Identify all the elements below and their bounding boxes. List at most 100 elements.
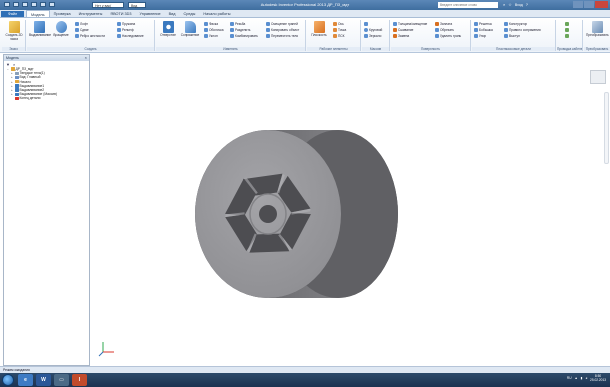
stitch-button[interactable]: Сшивание: [393, 28, 413, 32]
derive-button[interactable]: Наследование: [117, 34, 144, 38]
shell-button[interactable]: Оболочка: [204, 28, 224, 32]
sweep-button[interactable]: Сдвиг: [75, 28, 89, 32]
harness-button-3[interactable]: [565, 34, 569, 38]
new-icon[interactable]: [4, 2, 10, 7]
help-icon[interactable]: ?: [526, 2, 528, 7]
browser-title[interactable]: Модель: [6, 56, 19, 60]
maximize-button[interactable]: [584, 1, 594, 8]
explorer-icon[interactable]: ▭: [54, 374, 69, 386]
harness-button-1[interactable]: [565, 22, 569, 26]
undo-icon[interactable]: [31, 2, 37, 7]
chamfer-icon: [204, 22, 208, 26]
file-menu-button[interactable]: Файл: [1, 11, 24, 17]
fillet-icon: [184, 21, 196, 33]
network-icon[interactable]: ▮: [581, 376, 583, 380]
search-input[interactable]: Введите ключевое слово: [438, 2, 498, 8]
snap-fit-button[interactable]: Конструктор: [504, 22, 527, 26]
tray-arrow-icon[interactable]: ▲: [575, 376, 578, 380]
inventor-icon[interactable]: I: [72, 374, 87, 386]
filter-icon[interactable]: ▼: [6, 62, 10, 67]
harness-icon: [565, 34, 569, 38]
tab-tools[interactable]: Инструменты: [75, 10, 107, 17]
split-button[interactable]: Разделить: [230, 28, 250, 32]
sign-in-link[interactable]: Вход: [515, 3, 523, 7]
hole-button[interactable]: Отверстие: [158, 21, 178, 38]
offset-faces-button[interactable]: Смещение граней: [266, 22, 298, 26]
move-body-button[interactable]: Переместить тело: [266, 34, 298, 38]
extrude-icon: [15, 88, 19, 92]
ucs-button[interactable]: ПСК: [333, 34, 344, 38]
wheel-front-face: [195, 130, 341, 298]
fillet-button[interactable]: Сопряжение: [180, 21, 200, 38]
axis-button[interactable]: Ось: [333, 22, 344, 26]
redo-icon[interactable]: [40, 2, 46, 7]
offset-icon: [266, 22, 270, 26]
tab-manage[interactable]: Управление: [136, 10, 165, 17]
loft-button[interactable]: Лофт: [75, 22, 88, 26]
plane-button[interactable]: Плоскость: [309, 21, 329, 38]
lip-button[interactable]: Выступ: [504, 34, 520, 38]
coil-button[interactable]: Пружина: [117, 22, 135, 26]
system-tray: RU ▲ ▮ ◂ 8:50 25.02.2013: [567, 374, 606, 382]
rest-icon: [474, 34, 478, 38]
create-2d-sketch-button[interactable]: Создать 2D эскиз: [4, 21, 24, 41]
group-convert: Преобразовать Преобразовать: [584, 20, 610, 51]
grill-button[interactable]: Решетка: [474, 22, 492, 26]
delete-face-button[interactable]: Удалить грань: [435, 34, 461, 38]
volume-icon[interactable]: ◂: [585, 376, 587, 380]
draft-button[interactable]: Уклон: [204, 34, 218, 38]
update-icon[interactable]: [49, 2, 55, 7]
viewcube[interactable]: [590, 70, 606, 84]
tab-get-started[interactable]: Начало работы: [199, 10, 234, 17]
tab-model[interactable]: Модель: [26, 10, 50, 17]
ie-icon[interactable]: e: [18, 374, 33, 386]
clock[interactable]: 8:50 25.02.2013: [590, 374, 606, 382]
tab-view[interactable]: Вид: [165, 10, 180, 17]
tab-addin[interactable]: ЯВОТИ 3D3: [106, 10, 135, 17]
group-create: Выдавливание Вращение Лофт Сдвиг Ребро ж…: [27, 20, 155, 51]
navigation-bar[interactable]: [604, 92, 609, 164]
search-icon[interactable]: ⌕: [503, 2, 505, 7]
thread-button[interactable]: Резьба: [230, 22, 245, 26]
replace-face-button[interactable]: Замена: [393, 34, 409, 38]
convert-sheet-metal-button[interactable]: Преобразовать: [586, 21, 609, 38]
graphics-viewport[interactable]: [92, 54, 610, 366]
copy-object-button[interactable]: Копировать объект: [266, 28, 299, 32]
mirror-button[interactable]: Зеркало: [364, 34, 381, 38]
close-icon[interactable]: ×: [85, 55, 87, 61]
save-icon[interactable]: [22, 2, 28, 7]
close-button[interactable]: [595, 1, 608, 8]
rib-button[interactable]: Ребро жесткости: [75, 34, 105, 38]
language-indicator[interactable]: RU: [567, 376, 572, 380]
rectangular-pattern-button[interactable]: [364, 22, 368, 26]
chamfer-button[interactable]: Фаска: [204, 22, 218, 26]
tab-inspect[interactable]: Проверка: [50, 10, 75, 17]
combine-button[interactable]: Комбинировать: [230, 34, 258, 38]
thicken-button[interactable]: Толщина/смещение: [393, 22, 427, 26]
circular-pattern-button[interactable]: Круговой: [364, 28, 382, 32]
extrude-button[interactable]: Выдавливание: [29, 21, 51, 38]
trim-button[interactable]: Обрезать: [435, 28, 454, 32]
word-icon[interactable]: W: [36, 374, 51, 386]
revolve-button[interactable]: Вращение: [51, 21, 71, 38]
tab-environments[interactable]: Среды: [180, 10, 200, 17]
material-combo[interactable]: Нет у вас(: [92, 2, 124, 8]
harness-button-2[interactable]: [565, 28, 569, 32]
boss-button[interactable]: Бобышка: [474, 28, 493, 32]
wheel-model[interactable]: [92, 54, 610, 366]
solid-bodies-icon: [15, 71, 19, 76]
find-icon[interactable]: ⌕: [13, 62, 15, 67]
point-button[interactable]: Точка: [333, 28, 346, 32]
rest-button[interactable]: Упор: [474, 34, 486, 38]
star-icon[interactable]: ☆: [508, 2, 512, 7]
start-button[interactable]: [2, 374, 14, 386]
tree-node[interactable]: Конец детали: [7, 96, 89, 100]
patch-button[interactable]: Заплата: [435, 22, 452, 26]
open-icon[interactable]: [13, 2, 19, 7]
emboss-button[interactable]: Рельеф: [117, 28, 134, 32]
minimize-button[interactable]: [573, 1, 583, 8]
appearance-combo[interactable]: Вид: [128, 2, 146, 8]
rect-pattern-icon: [364, 22, 368, 26]
rule-fillet-button[interactable]: Правило сопряжения: [504, 28, 541, 32]
quick-access-toolbar: [4, 2, 55, 7]
